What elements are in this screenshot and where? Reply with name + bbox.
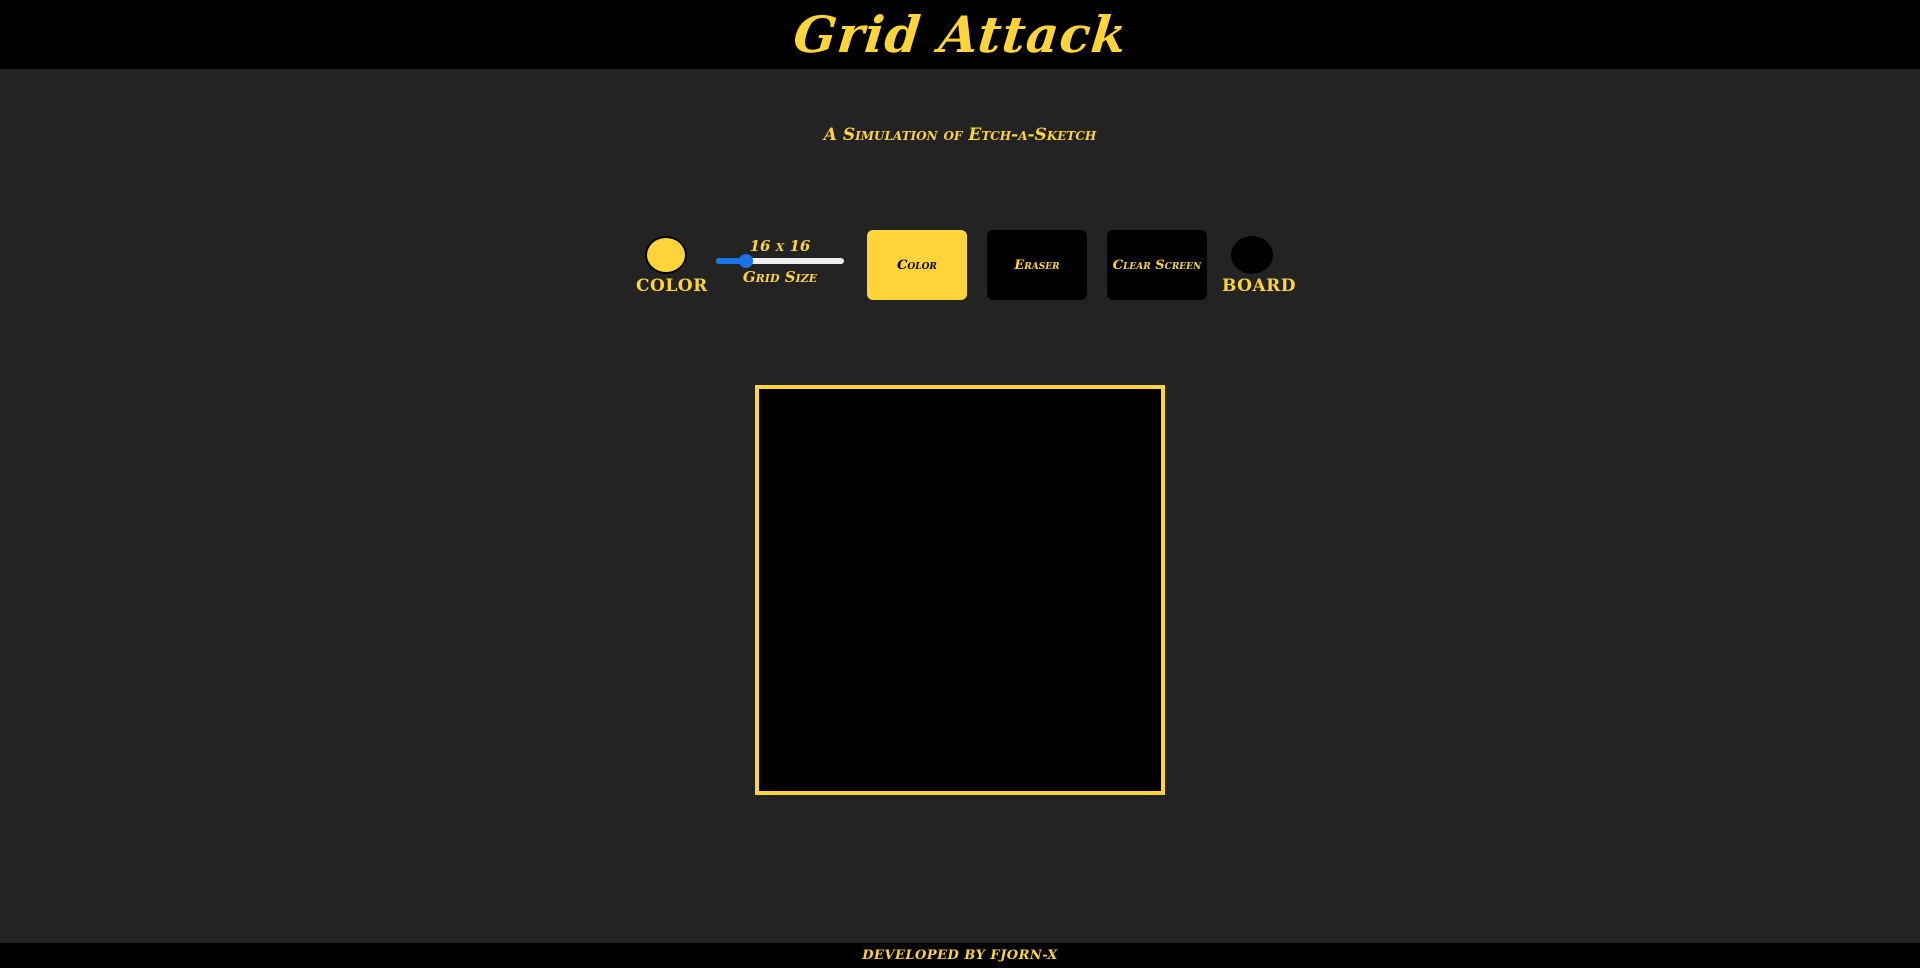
pen-color-swatch[interactable] — [645, 236, 687, 274]
footer-credit: DEVELOPED BY FJORN-X — [862, 948, 1058, 963]
header-bar: Grid Attack — [0, 0, 1920, 69]
pen-color-label: COLOR — [636, 276, 708, 296]
pen-color-picker[interactable]: COLOR — [636, 228, 708, 296]
page-subtitle: A Simulation of Etch-a-Sketch — [823, 125, 1097, 145]
board-color-picker[interactable]: BOARD — [1222, 228, 1297, 296]
board-color-swatch[interactable] — [1231, 236, 1273, 274]
grid-size-slider-thumb[interactable] — [739, 254, 754, 268]
controls-bar: COLOR 16 x 16 Grid Size Color Eraser Cle… — [0, 228, 1920, 303]
board-color-label: BOARD — [1222, 276, 1297, 296]
grid-size-slider[interactable] — [716, 254, 844, 268]
grid-size-label: Grid Size — [742, 268, 818, 286]
color-mode-button[interactable]: Color — [867, 230, 967, 300]
clear-screen-button[interactable]: Clear Screen — [1107, 230, 1207, 300]
footer-bar: DEVELOPED BY FJORN-X — [0, 943, 1920, 968]
grid-size-value: 16 x 16 — [749, 237, 811, 255]
eraser-button[interactable]: Eraser — [987, 230, 1087, 300]
page-title: Grid Attack — [790, 5, 1130, 64]
sketch-board[interactable] — [755, 385, 1165, 795]
grid-size-control: 16 x 16 Grid Size — [714, 237, 846, 286]
